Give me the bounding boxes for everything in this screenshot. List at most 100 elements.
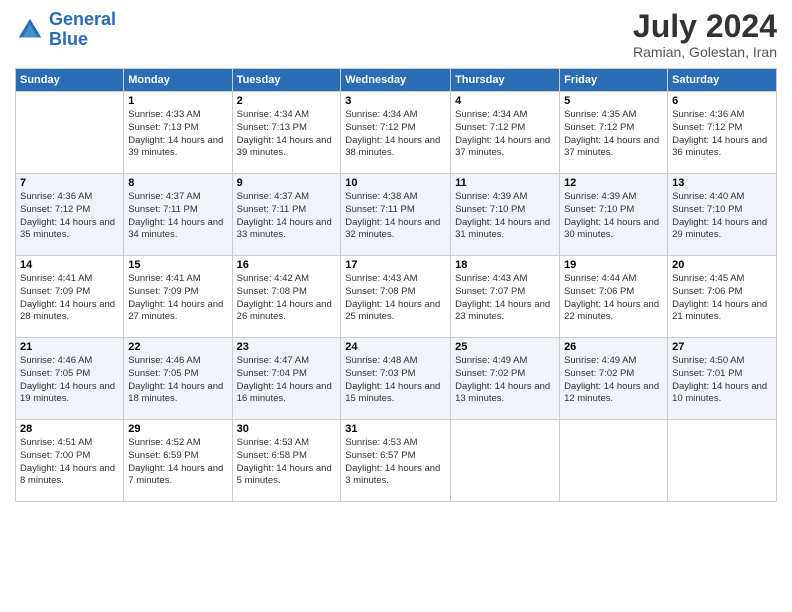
col-tuesday: Tuesday [232, 69, 341, 92]
day-cell: 30Sunrise: 4:53 AMSunset: 6:58 PMDayligh… [232, 420, 341, 502]
day-number: 4 [455, 95, 555, 107]
header: General Blue July 2024 Ramian, Golestan,… [15, 10, 777, 60]
week-row-4: 21 Sunrise: 4:46 AMSunset: 7:05 PMDayligh… [16, 338, 777, 420]
day-info: Sunrise: 4:37 AMSunset: 7:11 PMDaylight:… [237, 191, 337, 242]
day-cell: 25Sunrise: 4:49 AMSunset: 7:02 PMDayligh… [451, 338, 560, 420]
week-row-1: 1 Sunrise: 4:33 AMSunset: 7:13 PMDaylight… [16, 92, 777, 174]
day-cell: 12 Sunrise: 4:39 AMSunset: 7:10 PMDayligh… [560, 174, 668, 256]
day-cell [451, 420, 560, 502]
day-cell: 13 Sunrise: 4:40 AMSunset: 7:10 PMDayligh… [668, 174, 777, 256]
title-block: July 2024 Ramian, Golestan, Iran [633, 10, 777, 60]
day-cell: 3 Sunrise: 4:34 AMSunset: 7:12 PMDaylight… [341, 92, 451, 174]
day-cell: 23Sunrise: 4:47 AMSunset: 7:04 PMDayligh… [232, 338, 341, 420]
day-cell: 5 Sunrise: 4:35 AMSunset: 7:12 PMDaylight… [560, 92, 668, 174]
day-info: Sunrise: 4:33 AMSunset: 7:13 PMDaylight:… [128, 109, 227, 160]
day-cell: 14Sunrise: 4:41 AMSunset: 7:09 PMDayligh… [16, 256, 124, 338]
day-number: 7 [20, 177, 119, 189]
day-info: Sunrise: 4:53 AMSunset: 6:57 PMDaylight:… [345, 437, 446, 488]
day-cell: 8Sunrise: 4:37 AMSunset: 7:11 PMDaylight… [124, 174, 232, 256]
day-info: Sunrise: 4:46 AMSunset: 7:05 PMDaylight:… [20, 355, 119, 406]
day-number: 18 [455, 259, 555, 271]
day-cell: 22 Sunrise: 4:46 AMSunset: 7:05 PMDayligh… [124, 338, 232, 420]
day-info: Sunrise: 4:40 AMSunset: 7:10 PMDaylight:… [672, 191, 772, 242]
calendar-body: 1 Sunrise: 4:33 AMSunset: 7:13 PMDaylight… [16, 92, 777, 502]
day-info: Sunrise: 4:39 AMSunset: 7:10 PMDaylight:… [455, 191, 555, 242]
day-number: 28 [20, 423, 119, 435]
day-number: 27 [672, 341, 772, 353]
day-number: 3 [345, 95, 446, 107]
day-number: 14 [20, 259, 119, 271]
col-sunday: Sunday [16, 69, 124, 92]
day-info: Sunrise: 4:35 AMSunset: 7:12 PMDaylight:… [564, 109, 663, 160]
day-info: Sunrise: 4:37 AMSunset: 7:11 PMDaylight:… [128, 191, 227, 242]
calendar-table: Sunday Monday Tuesday Wednesday Thursday… [15, 68, 777, 502]
day-cell: 9 Sunrise: 4:37 AMSunset: 7:11 PMDaylight… [232, 174, 341, 256]
day-number: 22 [128, 341, 227, 353]
day-info: Sunrise: 4:41 AMSunset: 7:09 PMDaylight:… [128, 273, 227, 324]
day-info: Sunrise: 4:39 AMSunset: 7:10 PMDaylight:… [564, 191, 663, 242]
col-monday: Monday [124, 69, 232, 92]
day-cell: 24Sunrise: 4:48 AMSunset: 7:03 PMDayligh… [341, 338, 451, 420]
day-cell: 28 Sunrise: 4:51 AMSunset: 7:00 PMDayligh… [16, 420, 124, 502]
week-row-3: 14 Sunrise: 4:41 AMSunset: 7:09 PMDayligh… [16, 256, 777, 338]
day-cell [668, 420, 777, 502]
day-info: Sunrise: 4:46 AMSunset: 7:05 PMDaylight:… [128, 355, 227, 406]
day-cell: 29Sunrise: 4:52 AMSunset: 6:59 PMDayligh… [124, 420, 232, 502]
day-cell: 26Sunrise: 4:49 AMSunset: 7:02 PMDayligh… [560, 338, 668, 420]
day-cell: 31 Sunrise: 4:53 AMSunset: 6:57 PMDayligh… [341, 420, 451, 502]
day-info: Sunrise: 4:34 AMSunset: 7:12 PMDaylight:… [455, 109, 555, 160]
day-number: 5 [564, 95, 663, 107]
day-cell: 18 Sunrise: 4:43 AMSunset: 7:07 PMDayligh… [451, 256, 560, 338]
logo-line1: General [49, 9, 116, 29]
day-info: Sunrise: 4:52 AMSunset: 6:59 PMDaylight:… [128, 437, 227, 488]
day-info: Sunrise: 4:36 AMSunset: 7:12 PMDaylight:… [20, 191, 119, 242]
day-number: 26 [564, 341, 663, 353]
day-info: Sunrise: 4:48 AMSunset: 7:03 PMDaylight:… [345, 355, 446, 406]
day-cell: 6 Sunrise: 4:36 AMSunset: 7:12 PMDaylight… [668, 92, 777, 174]
day-info: Sunrise: 4:36 AMSunset: 7:12 PMDaylight:… [672, 109, 772, 160]
day-info: Sunrise: 4:51 AMSunset: 7:00 PMDaylight:… [20, 437, 119, 488]
day-info: Sunrise: 4:34 AMSunset: 7:13 PMDaylight:… [237, 109, 337, 160]
day-info: Sunrise: 4:43 AMSunset: 7:07 PMDaylight:… [455, 273, 555, 324]
logo-line2: Blue [49, 29, 88, 49]
day-number: 9 [237, 177, 337, 189]
day-cell: 1 Sunrise: 4:33 AMSunset: 7:13 PMDaylight… [124, 92, 232, 174]
col-friday: Friday [560, 69, 668, 92]
day-info: Sunrise: 4:50 AMSunset: 7:01 PMDaylight:… [672, 355, 772, 406]
col-saturday: Saturday [668, 69, 777, 92]
day-number: 19 [564, 259, 663, 271]
day-cell: 27 Sunrise: 4:50 AMSunset: 7:01 PMDayligh… [668, 338, 777, 420]
day-info: Sunrise: 4:42 AMSunset: 7:08 PMDaylight:… [237, 273, 337, 324]
day-cell: 15 Sunrise: 4:41 AMSunset: 7:09 PMDayligh… [124, 256, 232, 338]
day-info: Sunrise: 4:43 AMSunset: 7:08 PMDaylight:… [345, 273, 446, 324]
day-number: 31 [345, 423, 446, 435]
day-cell [16, 92, 124, 174]
day-cell: 19 Sunrise: 4:44 AMSunset: 7:06 PMDayligh… [560, 256, 668, 338]
week-row-5: 28 Sunrise: 4:51 AMSunset: 7:00 PMDayligh… [16, 420, 777, 502]
logo-icon [15, 15, 45, 45]
day-number: 17 [345, 259, 446, 271]
day-cell: 4 Sunrise: 4:34 AMSunset: 7:12 PMDaylight… [451, 92, 560, 174]
day-info: Sunrise: 4:44 AMSunset: 7:06 PMDaylight:… [564, 273, 663, 324]
week-row-2: 7 Sunrise: 4:36 AMSunset: 7:12 PMDaylight… [16, 174, 777, 256]
day-info: Sunrise: 4:53 AMSunset: 6:58 PMDaylight:… [237, 437, 337, 488]
day-info: Sunrise: 4:34 AMSunset: 7:12 PMDaylight:… [345, 109, 446, 160]
day-cell [560, 420, 668, 502]
day-number: 1 [128, 95, 227, 107]
day-info: Sunrise: 4:49 AMSunset: 7:02 PMDaylight:… [455, 355, 555, 406]
header-row: Sunday Monday Tuesday Wednesday Thursday… [16, 69, 777, 92]
day-number: 6 [672, 95, 772, 107]
day-cell: 7 Sunrise: 4:36 AMSunset: 7:12 PMDaylight… [16, 174, 124, 256]
day-number: 15 [128, 259, 227, 271]
location: Ramian, Golestan, Iran [633, 44, 777, 60]
col-wednesday: Wednesday [341, 69, 451, 92]
day-number: 16 [237, 259, 337, 271]
calendar-header: Sunday Monday Tuesday Wednesday Thursday… [16, 69, 777, 92]
day-number: 23 [237, 341, 337, 353]
day-number: 12 [564, 177, 663, 189]
col-thursday: Thursday [451, 69, 560, 92]
day-number: 10 [345, 177, 446, 189]
day-number: 21 [20, 341, 119, 353]
day-number: 13 [672, 177, 772, 189]
logo-text: General Blue [49, 10, 116, 50]
